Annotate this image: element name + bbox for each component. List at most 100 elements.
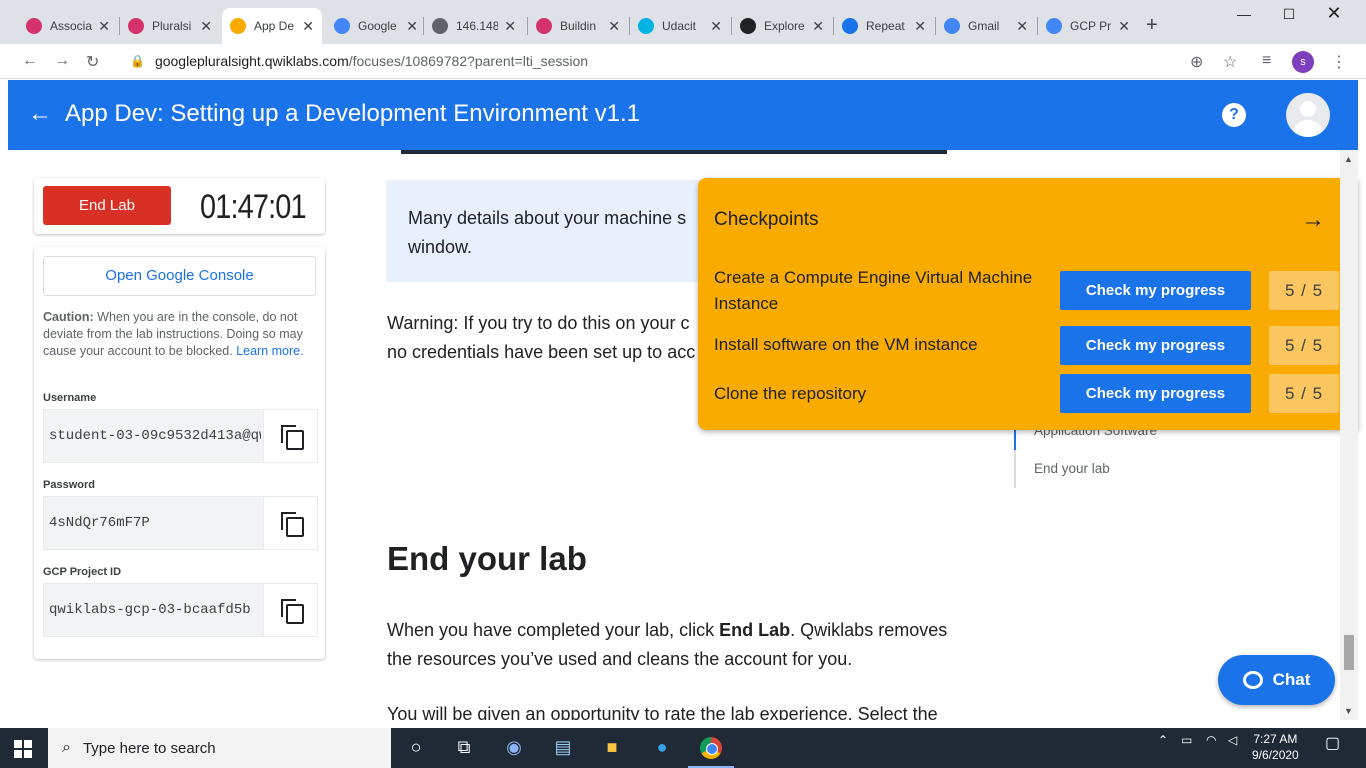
wifi-icon[interactable]: ◠ [1206, 733, 1216, 747]
browser-tab[interactable]: Udacit ✕ [630, 8, 730, 44]
user-avatar[interactable] [1286, 93, 1330, 137]
tab-title: Buildin [560, 19, 597, 33]
browser-tab[interactable]: Explore ✕ [732, 8, 832, 44]
scroll-thumb[interactable] [1344, 635, 1354, 670]
tab-title: Explore [764, 19, 805, 33]
checkpoint-label: Clone the repository [714, 384, 867, 403]
browser-tab[interactable]: Pluralsi ✕ [120, 8, 220, 44]
udacity-icon [638, 18, 654, 34]
notepad-icon[interactable]: ▤ [551, 737, 575, 759]
project-id-field[interactable]: qwiklabs-gcp-03-bcaafd5b [43, 583, 318, 637]
rating-paragraph: You will be given an opportunity to rate… [387, 704, 938, 720]
copy-password-button[interactable] [263, 497, 317, 549]
browser-tab[interactable]: Gmail ✕ [936, 8, 1036, 44]
close-tab-icon[interactable]: ✕ [98, 18, 110, 35]
copy-project-id-button[interactable] [263, 584, 317, 636]
paint-icon[interactable]: ◉ [502, 737, 526, 759]
tab-separator [731, 17, 732, 35]
close-window-button[interactable]: ✕ [1311, 3, 1357, 24]
file-explorer-icon[interactable]: ■ [600, 737, 624, 759]
scroll-up-icon[interactable]: ▲ [1344, 154, 1353, 164]
checkpoint-score: 5 / 5 [1269, 271, 1339, 310]
password-field[interactable]: 4sNdQr76mF7P [43, 496, 318, 550]
close-tab-icon[interactable]: ✕ [710, 18, 722, 35]
username-label: Username [43, 392, 97, 404]
browser-tab[interactable]: GCP Pr ✕ [1038, 8, 1138, 44]
close-tab-icon[interactable]: ✕ [504, 18, 516, 35]
browser-tab[interactable]: Associa ✕ [18, 8, 118, 44]
browser-toolbar: ← → ↻ 🔒 googlepluralsight.qwiklabs.com/f… [0, 44, 1366, 79]
bookmark-star-icon[interactable]: ☆ [1223, 52, 1237, 72]
toc-item-end-your-lab[interactable]: End your lab [1016, 450, 1214, 488]
check-progress-button[interactable]: Check my progress [1060, 374, 1251, 413]
open-google-console-button[interactable]: Open Google Console [43, 256, 316, 296]
cortana-icon[interactable]: ○ [404, 737, 428, 759]
tab-separator [423, 17, 424, 35]
check-progress-button[interactable]: Check my progress [1060, 326, 1251, 365]
show-hidden-icons-icon[interactable]: ⌃ [1158, 733, 1168, 747]
lock-icon: 🔒 [130, 54, 145, 68]
tab-separator [1037, 17, 1038, 35]
caution-label: Caution: [43, 310, 94, 324]
learn-more-link[interactable]: Learn more. [236, 344, 303, 358]
chrome-icon[interactable] [700, 737, 722, 759]
forward-icon[interactable]: → [54, 52, 70, 70]
tab-title: Google [358, 19, 397, 33]
close-tab-icon[interactable]: ✕ [608, 18, 620, 35]
task-view-icon[interactable]: ⧉ [452, 737, 476, 759]
zoom-icon[interactable]: ⊕ [1190, 52, 1203, 72]
check-progress-button[interactable]: Check my progress [1060, 271, 1251, 310]
tab-title: 146.148 [456, 19, 499, 33]
edge-icon[interactable]: ● [650, 737, 674, 759]
github-icon [740, 18, 756, 34]
close-tab-icon[interactable]: ✕ [914, 18, 926, 35]
scroll-down-icon[interactable]: ▼ [1344, 706, 1353, 716]
password-value[interactable]: 4sNdQr76mF7P [49, 515, 261, 531]
back-icon[interactable]: ← [22, 52, 38, 70]
media-control-icon[interactable]: ≡ [1262, 52, 1271, 70]
chat-button[interactable]: Chat [1218, 655, 1335, 705]
battery-icon[interactable]: ▭ [1181, 733, 1192, 747]
google-icon [944, 18, 960, 34]
maximize-button[interactable]: ☐ [1266, 6, 1312, 23]
end-lab-button[interactable]: End Lab [43, 186, 171, 225]
windows-start-icon[interactable] [14, 740, 32, 758]
app-header: ← App Dev: Setting up a Development Envi… [8, 80, 1358, 150]
tab-strip: Associa ✕ Pluralsi ✕ App De ✕ Google ✕ 146.148 ✕ B… [0, 0, 1366, 44]
help-icon[interactable]: ? [1222, 103, 1246, 127]
reload-icon[interactable]: ↻ [86, 52, 99, 72]
para-text-a: When you have completed your lab, click [387, 620, 720, 640]
volume-icon[interactable]: ◁ [1228, 733, 1237, 747]
browser-tab[interactable]: Repeat ✕ [834, 8, 934, 44]
caution-text: Caution: When you are in the console, do… [43, 309, 323, 360]
profile-avatar[interactable]: s [1292, 51, 1314, 73]
minimize-button[interactable]: — [1221, 6, 1267, 22]
username-value[interactable]: student-03-09c9532d413a@qwiklabs.net [49, 428, 261, 444]
notifications-icon[interactable]: ▢ [1325, 733, 1340, 753]
back-arrow-icon[interactable]: ← [28, 100, 52, 128]
page-scrollbar[interactable]: ▲ ▼ [1340, 150, 1358, 720]
system-clock[interactable]: 7:27 AM 9/6/2020 [1252, 731, 1299, 763]
browser-tab[interactable]: Google ✕ [326, 8, 426, 44]
close-tab-icon[interactable]: ✕ [302, 18, 314, 35]
close-tab-icon[interactable]: ✕ [406, 18, 418, 35]
username-field[interactable]: student-03-09c9532d413a@qwiklabs.net [43, 409, 318, 463]
copy-icon [281, 512, 304, 537]
tab-separator [833, 17, 834, 35]
copy-username-button[interactable] [263, 410, 317, 462]
menu-icon[interactable]: ⋮ [1331, 52, 1347, 72]
tab-title: Gmail [968, 19, 1000, 33]
tab-separator [935, 17, 936, 35]
address-bar[interactable]: 🔒 googlepluralsight.qwiklabs.com/focuses… [118, 47, 1218, 75]
close-tab-icon[interactable]: ✕ [1118, 18, 1130, 35]
project-id-value[interactable]: qwiklabs-gcp-03-bcaafd5b [49, 602, 261, 618]
taskbar-search[interactable]: ⌕ Type here to search [48, 728, 391, 768]
close-tab-icon[interactable]: ✕ [200, 18, 212, 35]
collapse-arrow-icon[interactable]: → [1301, 206, 1325, 234]
browser-tab[interactable]: 146.148 ✕ [424, 8, 524, 44]
browser-tab[interactable]: Buildin ✕ [528, 8, 628, 44]
close-tab-icon[interactable]: ✕ [1016, 18, 1028, 35]
browser-tab[interactable]: App De ✕ [222, 8, 322, 44]
close-tab-icon[interactable]: ✕ [812, 18, 824, 35]
new-tab-button[interactable]: + [1146, 14, 1158, 37]
